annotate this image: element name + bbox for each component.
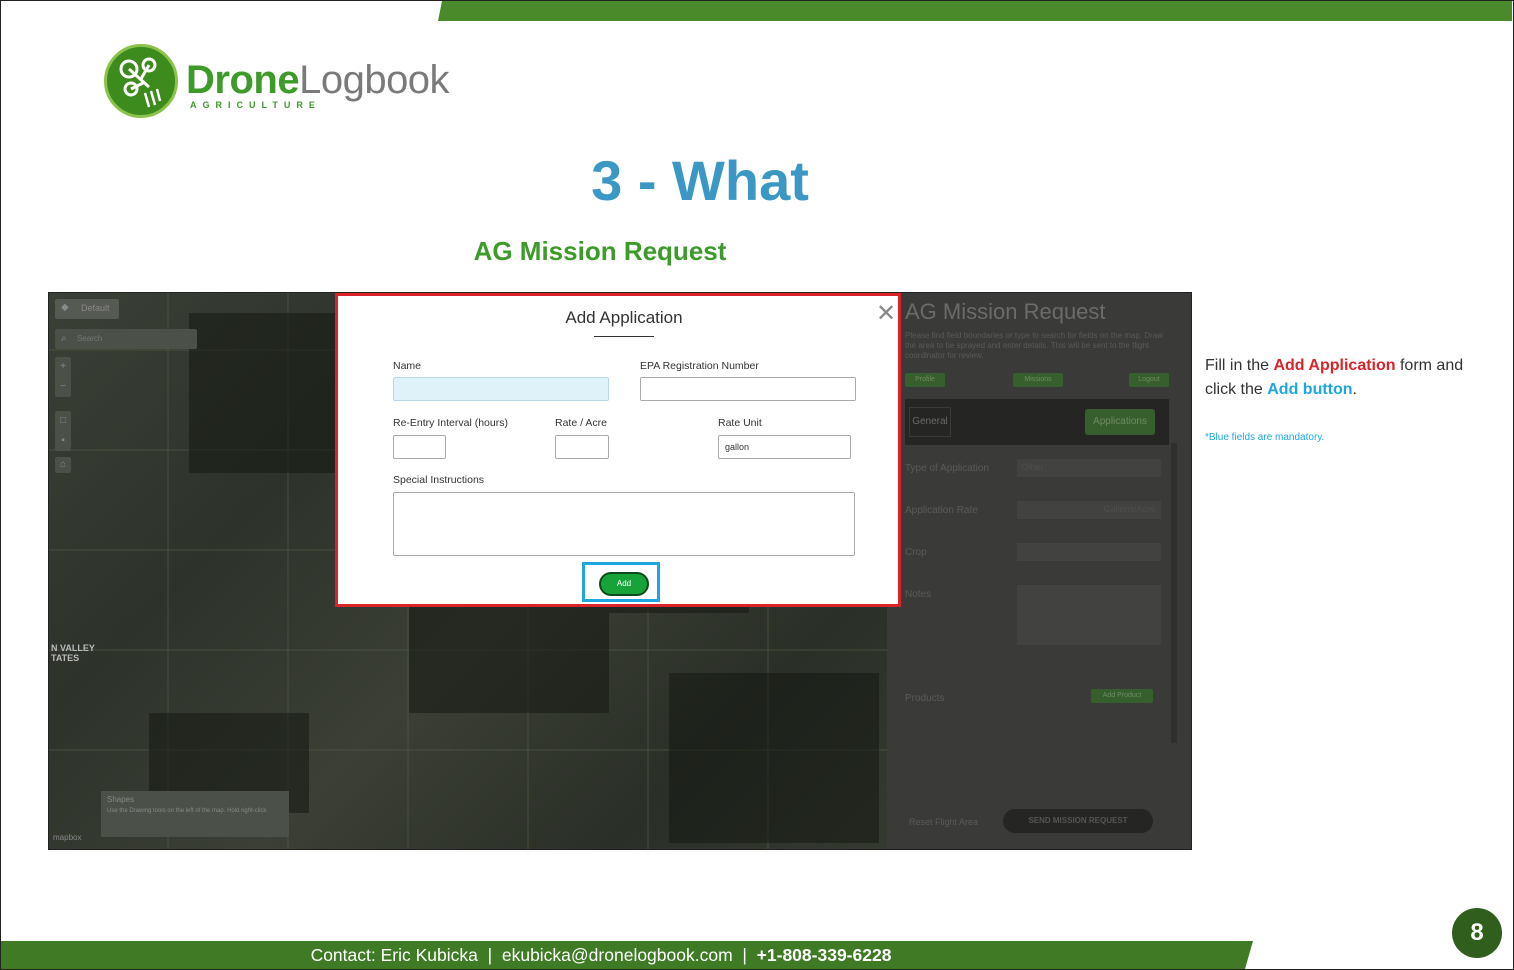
missions-button[interactable]: Missions [1013,373,1063,387]
epa-registration-field[interactable] [640,377,856,401]
instruction-suffix: . [1352,381,1357,398]
zoom-controls: + − [55,357,71,397]
footer-phone: +1-808-339-6228 [756,945,892,965]
modal-title: Add Application [565,308,683,327]
map-place-label: N VALLEY TATES [51,643,95,663]
special-instructions-value [394,493,854,501]
instruction-highlight-add-button: Add button [1267,381,1353,398]
rate-unit-value: gallon [725,442,750,452]
modal-title-underline [594,336,654,337]
draw-polygon-icon[interactable]: □ [55,411,71,431]
field-type-of-application-select[interactable]: Other [1017,459,1161,477]
field-notes-label: Notes [905,589,932,600]
panel-tabs: General Applications [905,399,1169,445]
add-product-button[interactable]: Add Product [1091,689,1153,703]
brand-name-light: Logbook [299,58,450,102]
top-accent-bar [438,1,1512,21]
footer-contact: Contact: Eric Kubicka | ekubicka@dronelo… [310,945,757,965]
mandatory-note: *Blue fields are mandatory. [1205,432,1325,443]
map-search-placeholder: Search [77,334,103,343]
add-button[interactable]: Add [599,572,649,596]
instruction-prefix: Fill in the [1205,357,1274,374]
shapes-tooltip-title: Shapes [107,795,135,804]
field-crop-label: Crop [905,547,927,558]
send-mission-request-button[interactable]: SEND MISSION REQUEST [1003,809,1153,833]
tab-general[interactable]: General [909,407,951,437]
name-field[interactable] [393,377,609,401]
mapbox-attribution[interactable]: mapbox [53,833,81,842]
field-application-rate-select[interactable]: Gallons/Acre [1017,501,1161,519]
drone-logo-icon [104,44,178,118]
instruction-note: Fill in the Add Application form and cli… [1205,354,1465,402]
brand-name-bold: Drone [186,58,300,102]
app-screenshot: ◆ Default ⌕ Search + − □ ▪ ⌂ N VALLEY TA… [48,292,1192,850]
field-type-of-application-label: Type of Application [905,463,989,474]
name-label: Name [393,360,422,372]
add-button-highlight: Add [582,562,660,602]
instruction-highlight-add-application: Add Application [1273,357,1396,374]
layer-button-label: Default [81,303,110,313]
dronelogbook-logo: DroneLogbook AGRICULTURE [104,44,464,124]
reset-flight-area-link[interactable]: Reset Flight Area [909,817,978,827]
rate-per-acre-field[interactable] [555,435,609,459]
draw-tools: □ ▪ [55,411,71,451]
map-place-label-line1: N VALLEY [51,643,95,653]
zoom-in-button[interactable]: + [55,357,71,377]
brand-name: DroneLogbook [186,58,450,103]
rate-per-acre-label: Rate / Acre [555,417,607,429]
profile-button[interactable]: Profile [905,373,945,387]
layers-icon: ◆ [61,302,69,313]
page-number-badge: 8 [1452,908,1502,958]
close-icon[interactable]: ✕ [876,302,896,326]
field-application-rate-value: Gallons/Acre [1103,504,1155,514]
mission-request-panel: AG Mission Request Please find field bou… [887,293,1191,849]
reentry-interval-field[interactable] [393,435,446,459]
search-icon: ⌕ [61,333,67,344]
contact-footer: Contact: Eric Kubicka | ekubicka@dronelo… [1,941,1253,969]
footer-text: Contact: Eric Kubicka | ekubicka@dronelo… [1,945,1201,966]
shapes-tooltip: Shapes Use the Drawing tools on the left… [101,791,289,837]
panel-description: Please find field boundaries or type to … [905,331,1163,360]
map-place-label-line2: TATES [51,653,80,663]
field-type-of-application-value: Other [1021,462,1044,472]
logout-button[interactable]: Logout [1129,373,1169,387]
map-search-input[interactable]: ⌕ Search [55,329,197,349]
layer-button[interactable]: ◆ Default [55,299,119,319]
rate-unit-label: Rate Unit [718,417,762,429]
field-notes-input[interactable] [1017,585,1161,645]
brand-tagline: AGRICULTURE [190,100,321,110]
shapes-tooltip-text: Use the Drawing tools on the left of the… [107,808,267,814]
field-crop-input[interactable] [1017,543,1161,561]
map-field [409,593,609,713]
rate-unit-select[interactable]: gallon [718,435,851,459]
reentry-interval-label: Re-Entry Interval (hours) [393,417,508,429]
trash-icon[interactable]: ▪ [55,431,71,451]
panel-title: AG Mission Request [905,299,1106,324]
products-label: Products [905,693,945,704]
map-field [669,673,879,843]
slide-subtitle: AG Mission Request [473,236,727,266]
epa-registration-label: EPA Registration Number [640,360,759,372]
field-application-rate-label: Application Rate [905,505,978,516]
tab-applications[interactable]: Applications [1085,409,1155,435]
special-instructions-label: Special Instructions [393,474,485,486]
special-instructions-field[interactable] [393,492,855,556]
zoom-out-button[interactable]: − [55,377,71,397]
add-application-modal: Add Application ✕ Name EPA Registration … [335,293,901,607]
panel-scrollbar[interactable] [1171,443,1177,743]
compass-icon[interactable]: ⌂ [55,457,71,473]
slide-title: 3 - What [591,149,809,212]
